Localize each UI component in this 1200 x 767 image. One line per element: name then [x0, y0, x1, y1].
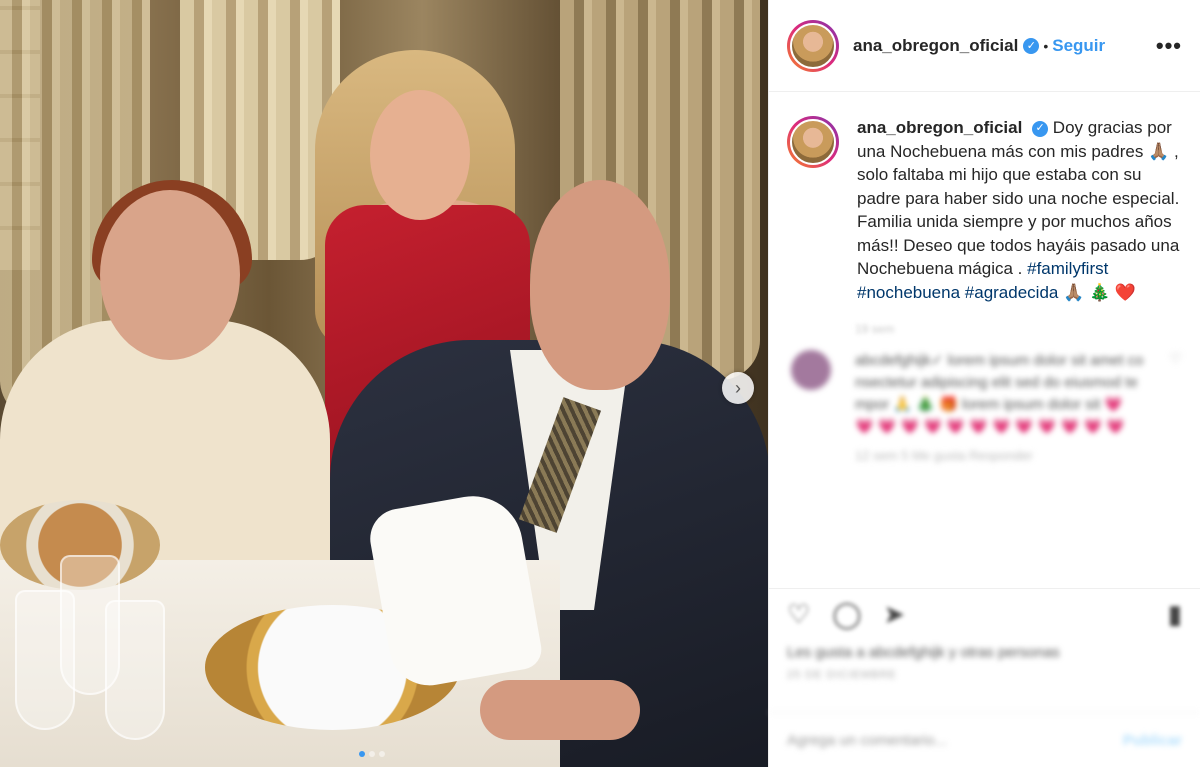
caption-text: ana_obregon_oficial ✓ Doy gracias por un… — [857, 116, 1182, 304]
comment-text: abcdefghijk✓ lorem ipsum dolor sit amet … — [855, 352, 1144, 435]
caption-emojis: 🙏🏽 🎄 ❤️ — [1063, 282, 1137, 302]
carousel-indicator — [359, 751, 385, 757]
man-hand — [480, 680, 640, 740]
elderly-woman-face — [100, 190, 240, 360]
post-photo[interactable]: › — [0, 0, 768, 767]
action-bar: ♡ ◯ ➤ ▮ Les gusta a abcdefghijk y otras … — [769, 588, 1200, 681]
wine-glass — [105, 600, 165, 740]
post-date: 25 DE DICIEMBRE — [787, 669, 897, 681]
heart-icon[interactable]: ♡ — [787, 599, 810, 630]
hashtag-link[interactable]: #familyfirst — [1027, 259, 1108, 278]
verified-badge-icon: ✓ — [1023, 37, 1040, 54]
hashtag-link[interactable]: #agradecida — [965, 283, 1059, 302]
caption-body: Doy gracias por una Nochebuena más con m… — [857, 118, 1180, 278]
woman-face — [370, 90, 470, 220]
hashtag-link[interactable]: #nochebuena — [857, 283, 960, 302]
caption-timestamp: 19 sem — [855, 322, 895, 336]
more-options-icon[interactable]: ••• — [1156, 33, 1182, 59]
post-sidebar: ana_obregon_oficial ✓ • Seguir ••• ana_o… — [768, 0, 1200, 767]
comment-item: abcdefghijk✓ lorem ipsum dolor sit amet … — [769, 336, 1200, 438]
caption: ana_obregon_oficial ✓ Doy gracias por un… — [769, 92, 1200, 304]
likes-count[interactable]: Les gusta a abcdefghijk y otras personas — [787, 644, 1182, 661]
follow-button[interactable]: Seguir — [1052, 36, 1105, 56]
caption-username-link[interactable]: ana_obregon_oficial — [857, 118, 1022, 137]
comment-meta: 12 sem 5 Me gusta Responder — [855, 448, 1033, 463]
verified-badge-icon: ✓ — [1032, 120, 1049, 137]
comment-input[interactable]: Agrega un comentario... — [787, 732, 947, 749]
post-header: ana_obregon_oficial ✓ • Seguir ••• — [769, 0, 1200, 92]
carousel-next-button[interactable]: › — [722, 372, 754, 404]
carousel-dot — [369, 751, 375, 757]
add-comment-bar: Agrega un comentario... Publicar — [769, 712, 1200, 767]
username-link[interactable]: ana_obregon_oficial — [853, 36, 1018, 56]
caption-avatar[interactable] — [787, 116, 839, 168]
share-icon[interactable]: ➤ — [883, 599, 905, 630]
avatar[interactable] — [787, 19, 839, 72]
carousel-dot-active — [359, 751, 365, 757]
bookmark-icon[interactable]: ▮ — [1168, 599, 1182, 630]
avatar-image — [790, 119, 836, 165]
avatar-image — [790, 22, 836, 69]
man-face — [530, 180, 670, 390]
chevron-right-icon: › — [735, 377, 741, 398]
comment-icon[interactable]: ◯ — [832, 599, 861, 630]
comment-avatar[interactable] — [791, 350, 831, 390]
carousel-dot — [379, 751, 385, 757]
separator: • — [1043, 37, 1049, 54]
comment-like-icon[interactable]: ♡ — [1169, 350, 1182, 438]
publish-button[interactable]: Publicar — [1123, 732, 1182, 749]
action-icons: ♡ ◯ ➤ ▮ — [787, 599, 1182, 630]
